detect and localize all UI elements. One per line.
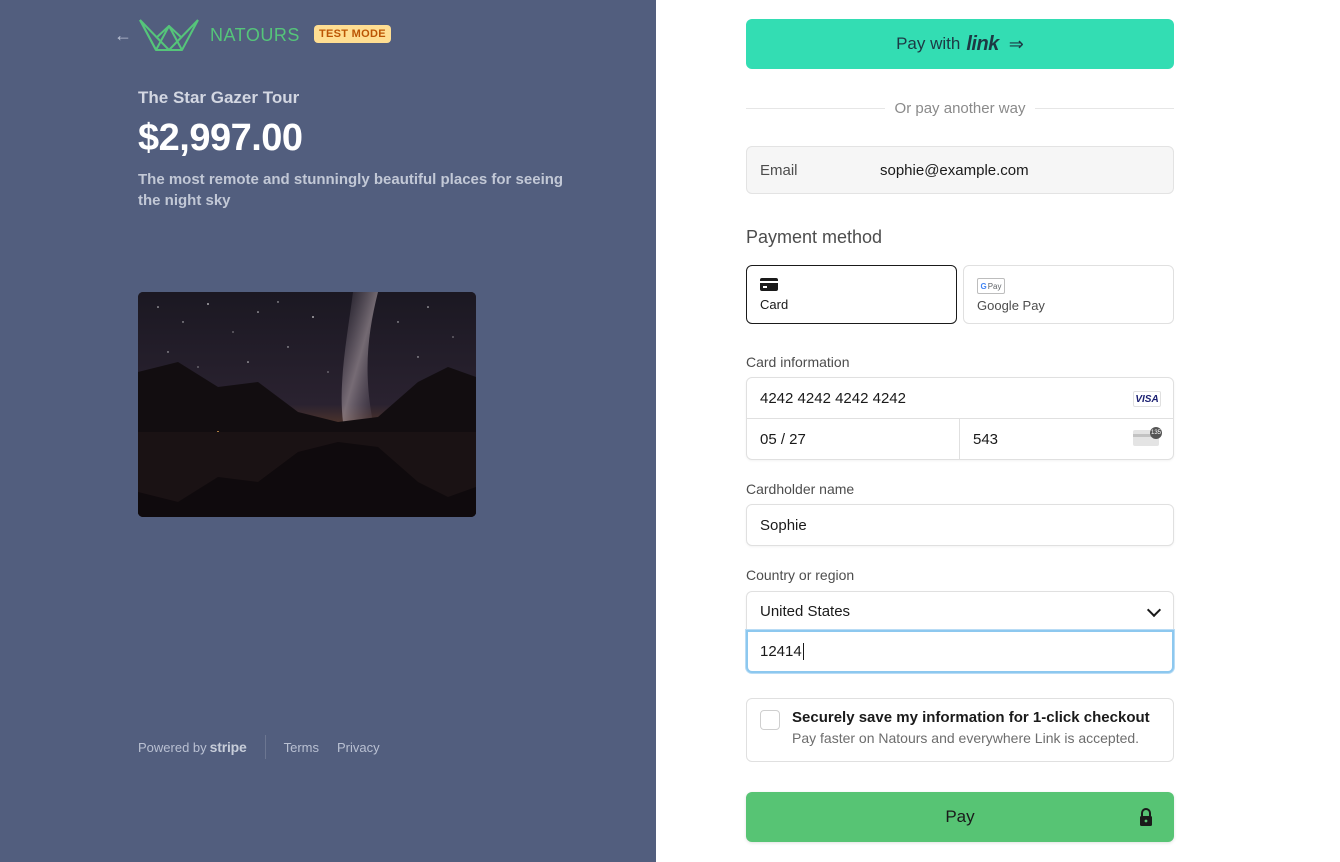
zip-code-input[interactable]: 12414: [746, 630, 1174, 673]
save-info-checkbox[interactable]: [760, 710, 780, 730]
link-logo: link: [966, 32, 999, 55]
email-value: sophie@example.com: [880, 161, 1029, 179]
zip-value: 12414: [760, 643, 802, 660]
card-cvc-input[interactable]: 543 135: [960, 419, 1173, 459]
payment-tab-label: Google Pay: [977, 298, 1045, 313]
privacy-link[interactable]: Privacy: [337, 740, 380, 755]
cardholder-name-label: Cardholder name: [746, 481, 855, 497]
link-button-prefix: Pay with: [896, 34, 961, 53]
or-divider: Or pay another way: [746, 100, 1174, 117]
product-price: $2,997.00: [138, 117, 303, 159]
country-select[interactable]: United States: [746, 591, 1174, 631]
footer-links: Powered by stripe Terms Privacy: [138, 735, 398, 759]
product-name: The Star Gazer Tour: [138, 88, 300, 107]
payment-tab-label: Card: [760, 297, 789, 312]
cardholder-name-value: Sophie: [760, 516, 807, 534]
card-number-input[interactable]: 4242 4242 4242 4242 VISA: [747, 378, 1173, 419]
back-arrow-icon[interactable]: ←: [114, 26, 132, 44]
card-number-value: 4242 4242 4242 4242: [760, 389, 906, 407]
divider-line: [746, 108, 885, 109]
visa-icon: VISA: [1133, 391, 1161, 407]
google-pay-icon: G Pay: [977, 278, 1005, 294]
brand-name: NATOURS: [210, 25, 300, 45]
pay-button[interactable]: Pay: [746, 792, 1174, 842]
terms-link[interactable]: Terms: [284, 740, 319, 755]
email-label: Email: [760, 161, 798, 179]
footer-divider: [264, 735, 266, 759]
product-description: The most remote and stunningly beautiful…: [138, 171, 564, 209]
cardholder-name-input[interactable]: Sophie: [746, 504, 1174, 546]
save-info-subtitle: Pay faster on Natours and everywhere Lin…: [792, 730, 1140, 746]
country-value: United States: [760, 602, 851, 620]
pay-with-link-button[interactable]: Pay with link ⇒: [746, 19, 1174, 69]
card-icon: [760, 278, 778, 291]
arrow-right-icon: ⇒: [1008, 33, 1024, 54]
test-mode-badge: TEST MODE: [314, 25, 391, 43]
payment-tab-card[interactable]: Card: [746, 265, 957, 324]
tour-image: [138, 292, 476, 517]
payment-method-title: Payment method: [746, 227, 883, 247]
save-info-title: Securely save my information for 1-click…: [792, 709, 1150, 726]
payment-tab-google-pay[interactable]: G Pay Google Pay: [963, 265, 1174, 324]
card-information-label: Card information: [746, 354, 850, 370]
divider-line: [1035, 108, 1174, 109]
powered-by-label: Powered by: [138, 740, 207, 755]
country-region-label: Country or region: [746, 567, 855, 583]
cvc-icon-number: 135: [1150, 427, 1162, 439]
stripe-logo: stripe: [209, 739, 247, 755]
card-information-group: 4242 4242 4242 4242 VISA 05 / 27 543 135: [746, 377, 1174, 460]
pay-button-label: Pay: [945, 807, 975, 826]
cvc-icon: 135: [1133, 427, 1162, 446]
natours-logo-icon: [139, 19, 199, 51]
save-info-option: Securely save my information for 1-click…: [746, 698, 1174, 762]
lock-icon: [1140, 808, 1152, 826]
powered-by-text[interactable]: Powered by stripe: [138, 739, 247, 755]
email-field[interactable]: Email sophie@example.com: [746, 146, 1174, 194]
expiry-value: 05 / 27: [760, 430, 806, 448]
or-pay-another-way-text: Or pay another way: [894, 100, 1026, 117]
cvc-value: 543: [973, 430, 999, 448]
merchant-panel: ← NATOURS TEST MODE The Star Gazer Tour …: [0, 0, 656, 862]
text-cursor: [802, 643, 804, 660]
chevron-down-icon: [1146, 602, 1162, 618]
card-expiry-input[interactable]: 05 / 27: [747, 419, 960, 459]
